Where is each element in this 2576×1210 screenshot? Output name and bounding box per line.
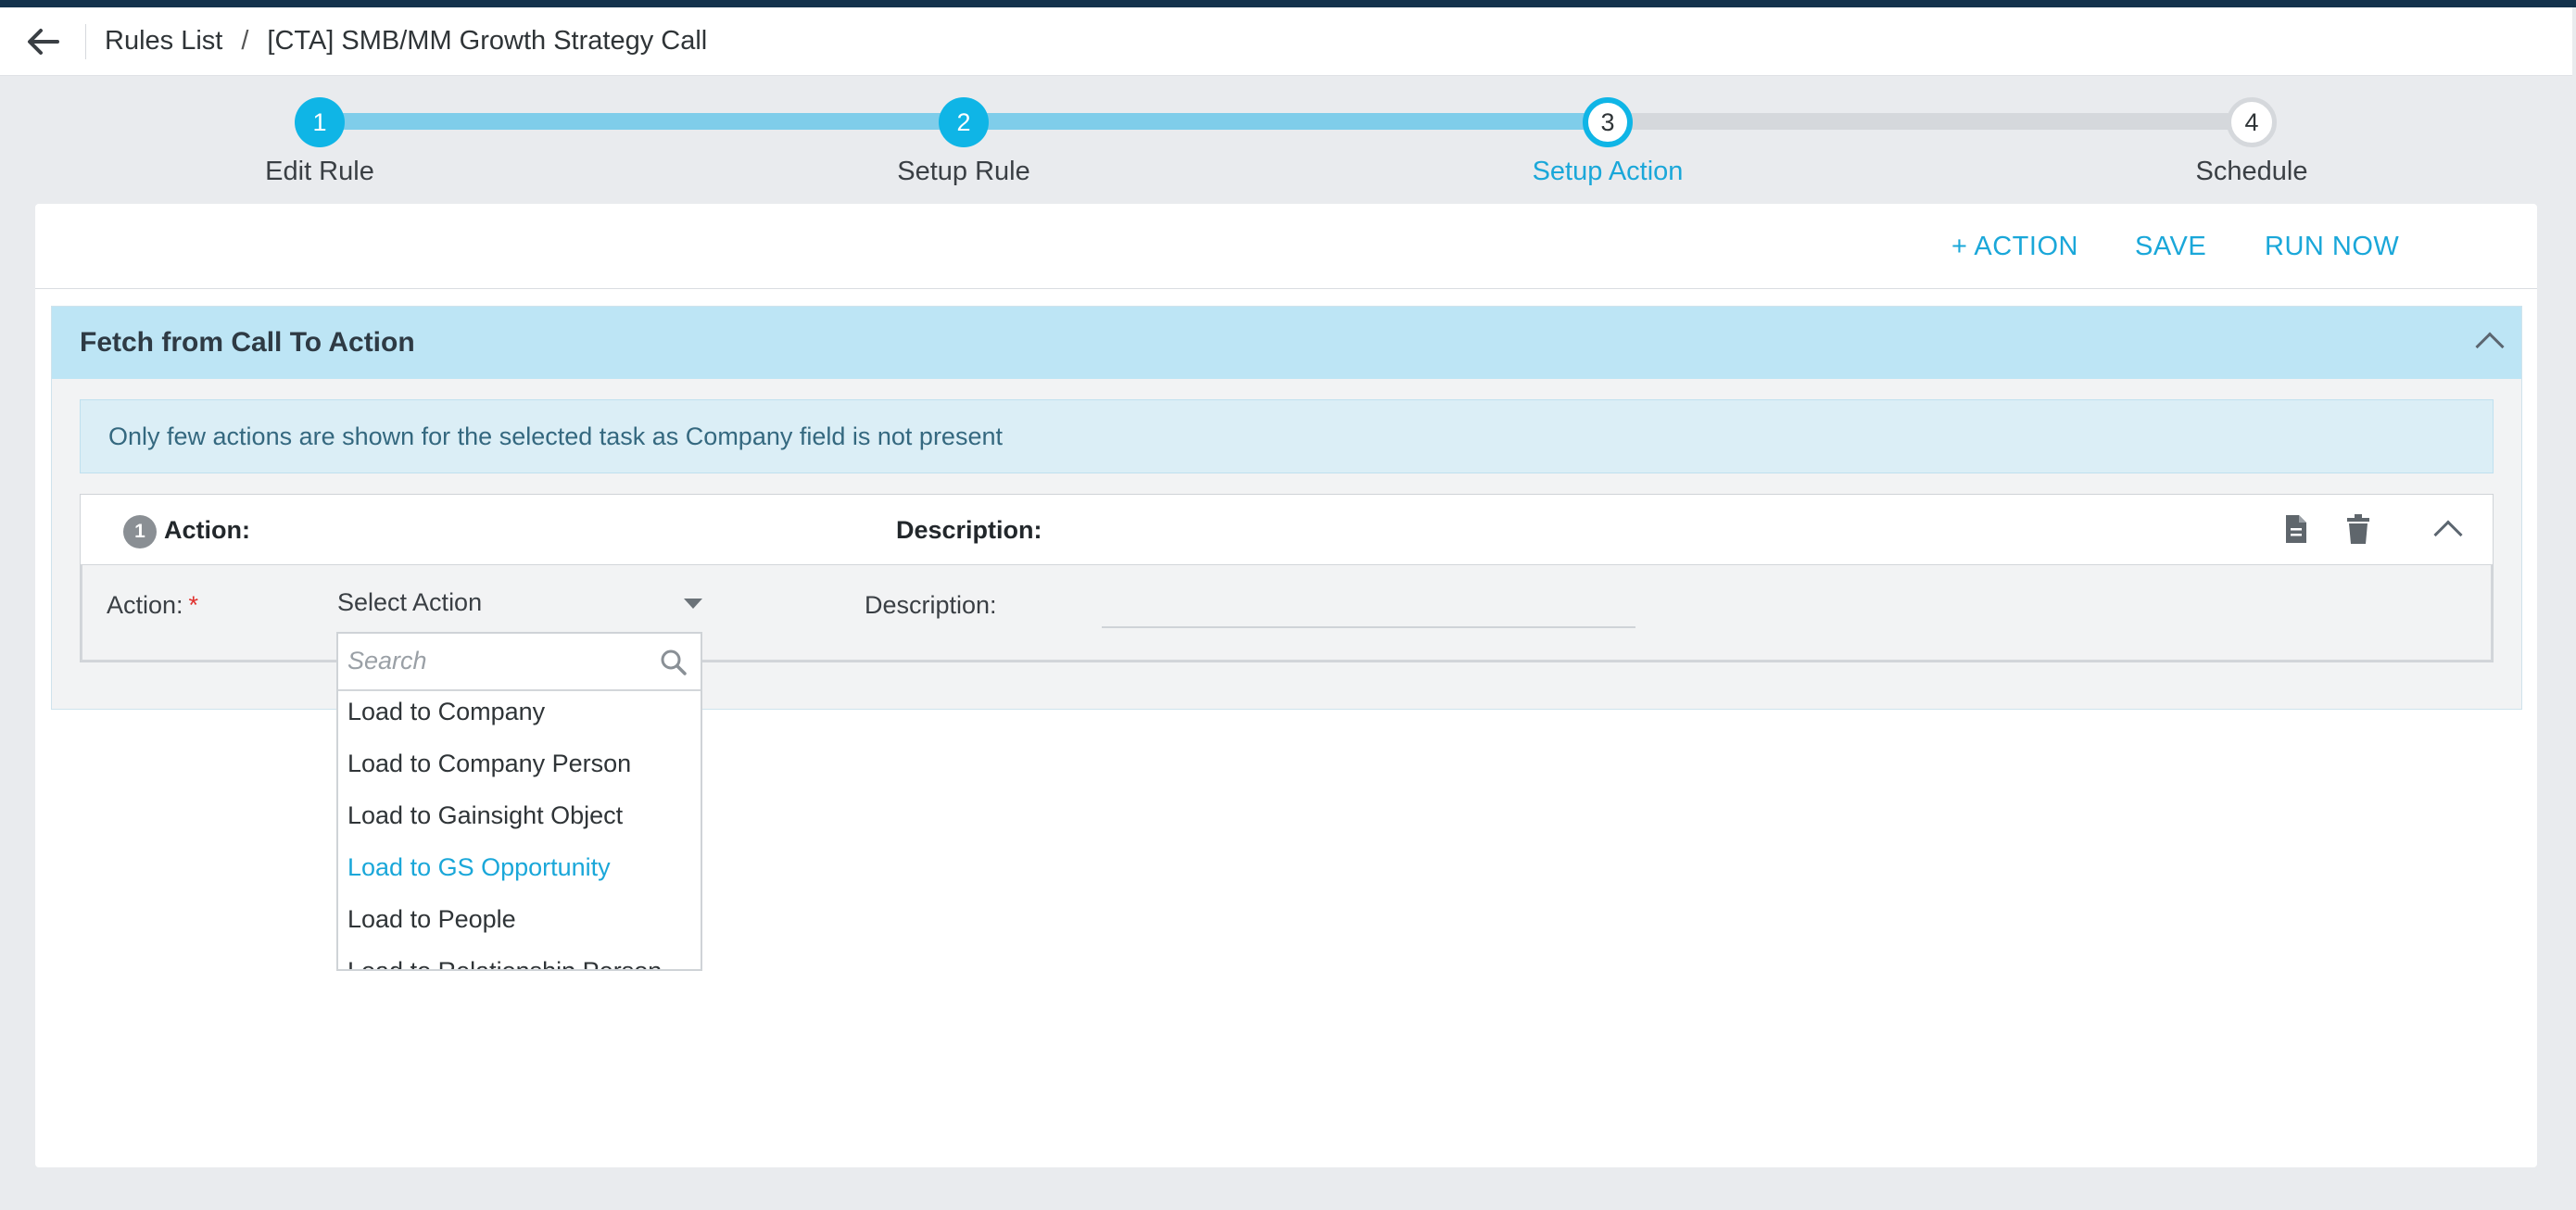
top-stripe <box>0 0 2576 7</box>
section-title: Fetch from Call To Action <box>80 327 415 358</box>
dropdown-item-load-to-gs-opportunity[interactable]: Load to GS Opportunity <box>338 841 701 893</box>
dropdown-search <box>338 634 701 691</box>
required-asterisk: * <box>188 591 199 619</box>
arrow-left-icon <box>28 28 59 55</box>
step-4-circle: 4 <box>2227 97 2277 147</box>
step-edit-rule[interactable]: 1 Edit Rule <box>181 97 459 187</box>
copy-icon[interactable] <box>2282 513 2310 549</box>
action-header: 1 Action: Description: <box>81 495 2493 565</box>
dropdown-item-load-to-relationship-person[interactable]: Load to Relationship Person <box>338 945 701 969</box>
dropdown-item-load-to-company[interactable]: Load to Company <box>338 691 701 737</box>
description-field-label: Description: <box>865 591 997 619</box>
step-3-label: Setup Action <box>1532 157 1684 186</box>
action-dropdown: Load to Company Load to Company Person L… <box>336 632 702 971</box>
action-select[interactable]: Select Action <box>337 574 708 630</box>
dropdown-search-input[interactable] <box>347 634 644 687</box>
section-header[interactable]: Fetch from Call To Action <box>52 307 2521 379</box>
dropdown-item-load-to-gainsight-object[interactable]: Load to Gainsight Object <box>338 789 701 841</box>
step-2-label: Setup Rule <box>897 157 1030 186</box>
trash-icon[interactable] <box>2345 513 2371 549</box>
description-input[interactable] <box>1102 626 1635 628</box>
header-divider <box>85 23 86 59</box>
dropdown-item-load-to-company-person[interactable]: Load to Company Person <box>338 737 701 789</box>
breadcrumb-rules-list[interactable]: Rules List <box>105 26 222 57</box>
toolbar: + ACTION SAVE RUN NOW <box>35 204 2537 289</box>
action-head-label: Action: <box>164 516 250 544</box>
step-1-label: Edit Rule <box>265 157 374 186</box>
chevron-up-icon[interactable] <box>2475 332 2505 361</box>
add-action-button[interactable]: + ACTION <box>1951 232 2078 262</box>
collapse-action-icon[interactable] <box>2433 520 2463 549</box>
caret-down-icon <box>684 599 702 609</box>
step-1-circle: 1 <box>295 97 345 147</box>
search-icon <box>661 649 687 675</box>
save-button[interactable]: SAVE <box>2135 232 2206 262</box>
breadcrumb-separator: / <box>241 26 249 56</box>
step-4-label: Schedule <box>2195 157 2308 186</box>
run-now-button[interactable]: RUN NOW <box>2265 232 2399 262</box>
back-button[interactable] <box>0 7 85 76</box>
breadcrumb: Rules List / [CTA] SMB/MM Growth Strateg… <box>105 26 707 57</box>
step-2-circle: 2 <box>939 97 989 147</box>
description-head-label: Description: <box>896 516 1042 544</box>
action-number-badge: 1 <box>123 515 157 548</box>
breadcrumb-current: [CTA] SMB/MM Growth Strategy Call <box>267 26 708 56</box>
step-schedule[interactable]: 4 Schedule <box>2113 97 2391 187</box>
action-field-label: Action: * <box>107 591 199 619</box>
page-header: Rules List / [CTA] SMB/MM Growth Strateg… <box>0 7 2572 76</box>
step-setup-rule[interactable]: 2 Setup Rule <box>825 97 1103 187</box>
dropdown-item-load-to-people[interactable]: Load to People <box>338 893 701 945</box>
action-select-value: Select Action <box>337 587 483 616</box>
step-3-circle: 3 <box>1583 97 1633 147</box>
dropdown-list: Load to Company Load to Company Person L… <box>338 691 701 969</box>
step-setup-action[interactable]: 3 Setup Action <box>1469 97 1747 187</box>
info-notice: Only few actions are shown for the selec… <box>80 399 2494 473</box>
notice-text: Only few actions are shown for the selec… <box>108 422 1003 450</box>
